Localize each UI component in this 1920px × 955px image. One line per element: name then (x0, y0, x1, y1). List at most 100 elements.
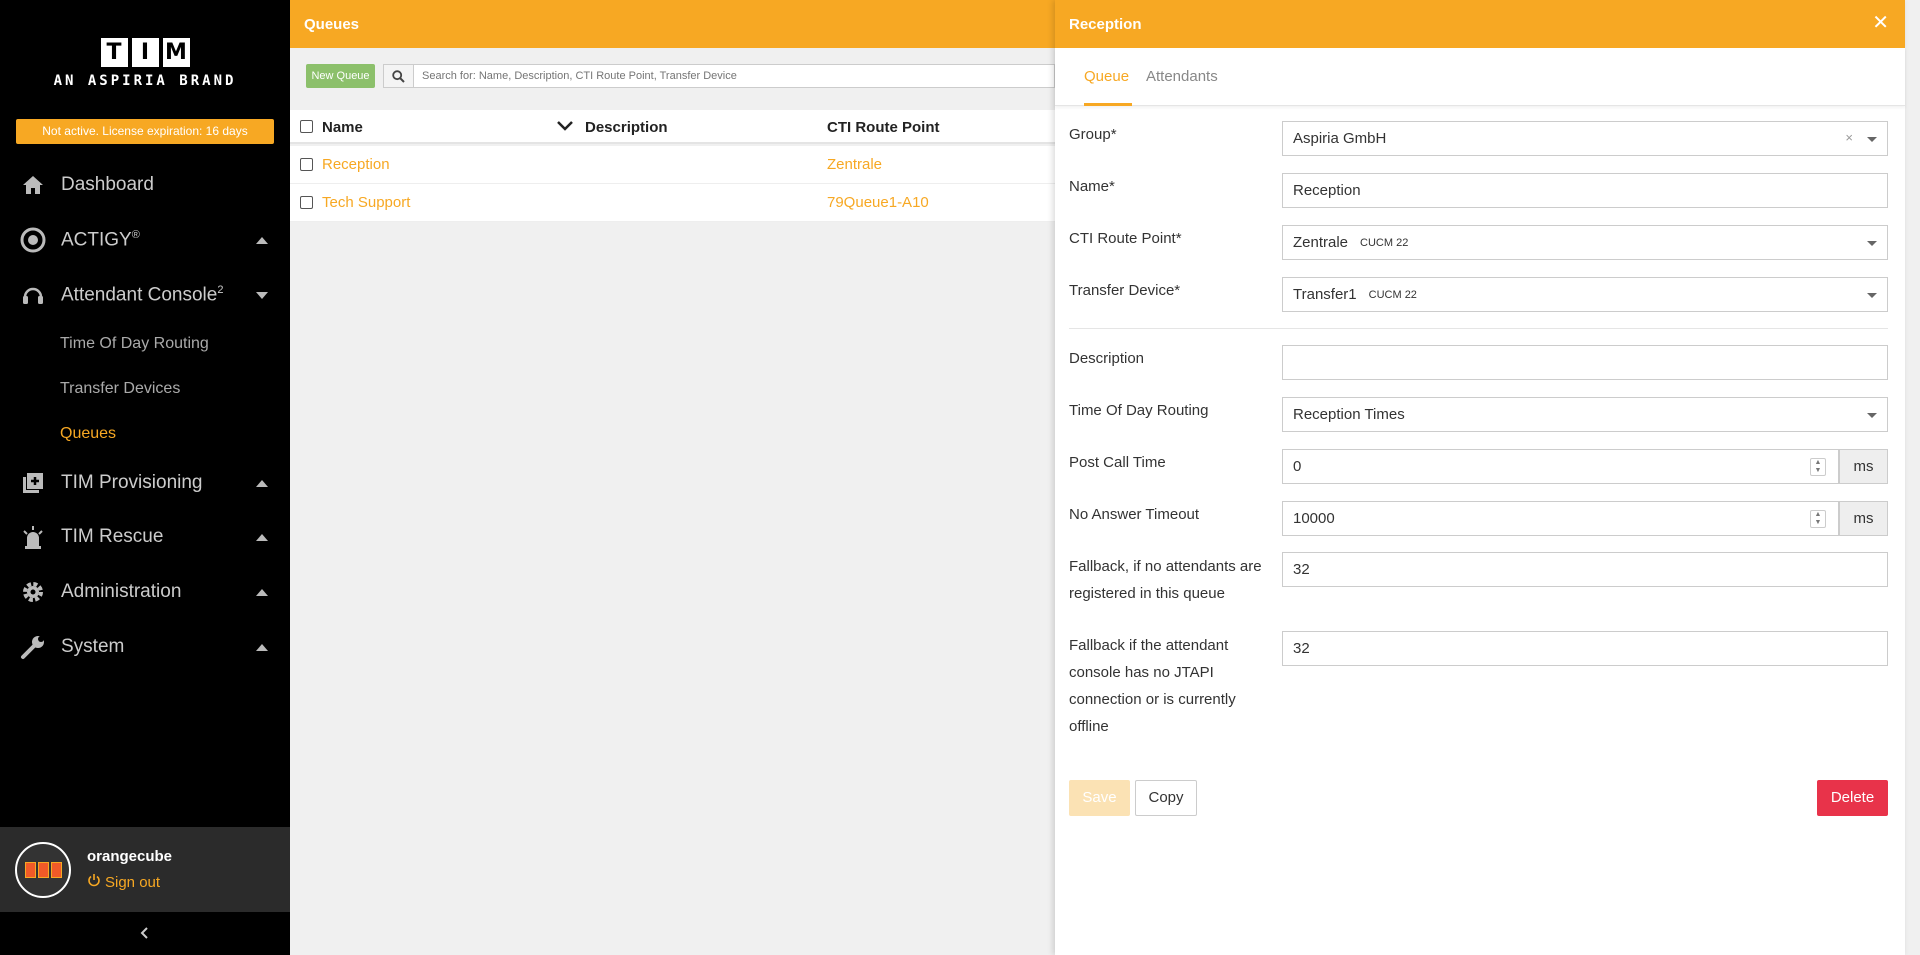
time-of-day-routing-label: Time Of Day Routing (1069, 402, 1209, 419)
close-icon[interactable]: ✕ (1872, 12, 1889, 34)
cti-route-point-label: CTI Route Point* (1069, 230, 1182, 247)
transfer-device-label: Transfer Device* (1069, 282, 1181, 299)
name-label: Name* (1069, 178, 1115, 195)
license-notice: Not active. License expiration: 16 days (16, 119, 274, 144)
group-select[interactable]: Aspiria GmbH × (1282, 121, 1888, 156)
save-button[interactable]: Save (1069, 780, 1130, 816)
logo-letter: I (131, 38, 159, 67)
queue-name-link[interactable]: Tech Support (322, 194, 410, 211)
fallback-offline-input[interactable]: 32 (1282, 631, 1888, 666)
chevron-down-icon (256, 291, 268, 299)
group-value: Aspiria GmbH (1293, 130, 1387, 147)
sign-out-link[interactable]: Sign out (87, 873, 160, 891)
home-icon (20, 172, 46, 198)
avatar-block (37, 862, 49, 878)
search-input[interactable] (414, 65, 1054, 87)
cti-tag: CUCM 22 (1360, 236, 1409, 249)
chevron-up-icon (256, 236, 268, 244)
tab-attendants[interactable]: Attendants (1146, 68, 1218, 85)
table-row[interactable]: Tech Support 79Queue1-A10 (290, 184, 1055, 222)
select-all-checkbox[interactable] (300, 120, 313, 133)
number-stepper[interactable]: ▲ ▼ (1810, 510, 1826, 528)
fallback-offline-label: Fallback if the attendant console has no… (1069, 632, 1236, 740)
row-checkbox[interactable] (300, 158, 313, 171)
page-title: Queues (304, 16, 360, 33)
chevron-up-icon (256, 533, 268, 541)
delete-button[interactable]: Delete (1817, 780, 1888, 816)
column-header-description[interactable]: Description (585, 119, 668, 136)
queue-list-area: Queues New Queue Name Description CTI Ro… (290, 0, 1055, 955)
tab-queue[interactable]: Queue (1084, 68, 1129, 85)
fallback-no-attendants-input[interactable]: 32 (1282, 552, 1888, 587)
collapse-sidebar-button[interactable] (0, 912, 290, 955)
time-of-day-routing-select[interactable]: Reception Times (1282, 397, 1888, 432)
cti-route-point-select[interactable]: Zentrale CUCM 22 (1282, 225, 1888, 260)
queue-cti-link[interactable]: 79Queue1-A10 (827, 194, 929, 211)
column-header-cti-route-point[interactable]: CTI Route Point (827, 119, 940, 136)
panel-tabs: Queue Attendants (1055, 48, 1905, 106)
label-line: registered in this queue (1069, 585, 1225, 602)
name-value: Reception (1293, 182, 1361, 199)
row-checkbox[interactable] (300, 196, 313, 209)
sidebar-item-label: TIM Provisioning (61, 472, 203, 493)
post-call-time-input[interactable]: 0 ▲ ▼ (1282, 449, 1839, 484)
logo-letter: M (162, 38, 190, 67)
queue-name-link[interactable]: Reception (322, 156, 390, 173)
table-header: Name Description CTI Route Point (290, 110, 1055, 144)
number-stepper[interactable]: ▲ ▼ (1810, 458, 1826, 476)
sidebar-item-label: System (61, 636, 125, 657)
tod-value: Reception Times (1293, 406, 1405, 423)
label-line: console has no JTAPI (1069, 664, 1214, 681)
column-header-name[interactable]: Name (322, 119, 363, 136)
no-answer-timeout-input[interactable]: 10000 ▲ ▼ (1282, 501, 1839, 536)
power-icon (87, 873, 101, 891)
sidebar-item-attendant-console[interactable]: Attendant Console2 (0, 275, 290, 315)
sidebar-item-dashboard[interactable]: Dashboard (0, 165, 290, 205)
name-input[interactable]: Reception (1282, 173, 1888, 208)
registered-mark: ® (131, 228, 140, 241)
queue-detail-panel: Reception ✕ Queue Attendants Group* Aspi… (1055, 0, 1905, 955)
panel-title: Reception (1069, 16, 1142, 33)
clear-icon[interactable]: × (1845, 130, 1853, 145)
queue-cti-link[interactable]: Zentrale (827, 156, 882, 173)
search-icon[interactable] (384, 65, 414, 87)
table-row[interactable]: Reception Zentrale (290, 146, 1055, 184)
copy-button[interactable]: Copy (1135, 780, 1197, 816)
sidebar-subitem-queues[interactable]: Queues (60, 425, 116, 443)
alarm-icon (20, 524, 46, 550)
label-line: Fallback if the attendant (1069, 637, 1229, 654)
gear-icon (20, 579, 46, 605)
username: orangecube (87, 848, 173, 865)
description-input[interactable] (1282, 345, 1888, 380)
transfer-device-select[interactable]: Transfer1 CUCM 22 (1282, 277, 1888, 312)
sidebar-item-label: Administration (61, 581, 182, 602)
wrench-icon (20, 634, 46, 660)
no-answer-value: 10000 (1293, 510, 1335, 527)
sidebar-item-tim-rescue[interactable]: TIM Rescue (0, 517, 290, 557)
sort-chevron-down-icon[interactable] (556, 119, 574, 135)
fallback2-value: 32 (1293, 640, 1310, 657)
new-queue-button[interactable]: New Queue (306, 64, 375, 88)
sidebar-item-system[interactable]: System (0, 627, 290, 667)
avatar-block (50, 862, 62, 878)
tim-logo[interactable]: T I M AN ASPIRIA BRAND (0, 38, 290, 89)
sidebar-item-tim-provisioning[interactable]: TIM Provisioning (0, 463, 290, 503)
sidebar-item-label: TIM Rescue (61, 526, 164, 547)
fallback1-value: 32 (1293, 561, 1310, 578)
panel-header: Reception ✕ (1055, 0, 1905, 48)
post-call-value: 0 (1293, 458, 1302, 475)
no-answer-timeout-label: No Answer Timeout (1069, 506, 1200, 523)
label-line: offline (1069, 718, 1109, 735)
sidebar-item-actigy[interactable]: ACTIGY® (0, 220, 290, 260)
dropdown-arrow-icon (1867, 137, 1877, 142)
sidebar-subitem-time-of-day-routing[interactable]: Time Of Day Routing (60, 335, 209, 353)
sidebar-subitem-transfer-devices[interactable]: Transfer Devices (60, 380, 180, 398)
unit-addon: ms (1839, 501, 1888, 536)
provisioning-icon (20, 470, 46, 496)
avatar (15, 842, 71, 898)
chevron-up-icon (256, 588, 268, 596)
sidebar-item-administration[interactable]: Administration (0, 572, 290, 612)
sidebar-item-label: Dashboard (61, 174, 154, 195)
sidebar-item-label: Attendant Console (61, 284, 218, 306)
sign-out-label: Sign out (105, 873, 161, 891)
